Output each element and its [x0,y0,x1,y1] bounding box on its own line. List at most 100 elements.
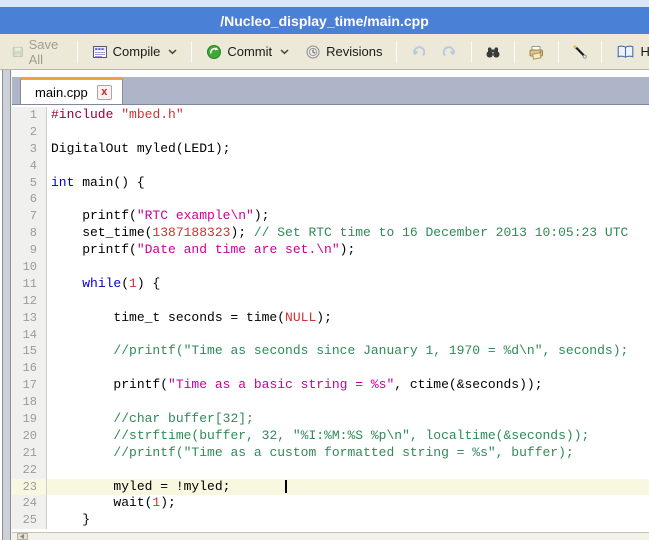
code-line[interactable]: 25 } [12,512,649,529]
redo-button[interactable] [436,41,463,63]
line-number: 9 [12,242,47,259]
line-number: 2 [12,124,47,141]
line-number: 5 [12,175,47,192]
code-line[interactable]: 16 [12,360,649,377]
toolbar-separator [396,41,397,63]
code-text: printf("Date and time are set.\n"); [47,242,355,259]
print-button[interactable] [523,41,550,63]
code-editor[interactable]: 1#include "mbed.h"23DigitalOut myled(LED… [12,105,649,532]
toolbar-separator [514,41,515,63]
code-text [47,158,51,175]
line-number: 14 [12,327,47,344]
tab-gap [12,70,649,77]
code-text [47,124,51,141]
toolbar: Save All Compile Commit Revisions [0,34,649,70]
code-text: //strftime(buffer, 32, "%I:%M:%S %p\n", … [47,428,589,445]
line-number: 11 [12,276,47,293]
file-path-title: /Nucleo_display_time/main.cpp [220,13,429,29]
line-number: 12 [12,293,47,310]
code-line[interactable]: 24 wait(1); [12,495,649,512]
code-line[interactable]: 20 //strftime(buffer, 32, "%I:%M:%S %p\n… [12,428,649,445]
code-line[interactable]: 6 [12,191,649,208]
code-text: while(1) { [47,276,160,293]
compile-icon [92,44,108,60]
printer-icon [528,44,545,60]
revisions-label: Revisions [326,44,382,59]
code-line[interactable]: 12 [12,293,649,310]
code-line[interactable]: 21 //printf("Time as a custom formatted … [12,445,649,462]
mbed-compiler-window: /Nucleo_display_time/main.cpp Save All C… [0,0,649,540]
revisions-button[interactable]: Revisions [299,41,388,63]
code-line[interactable]: 10 [12,259,649,276]
code-text [47,462,51,479]
code-text: printf("Time as a basic string = %s", ct… [47,377,543,394]
line-number: 18 [12,394,47,411]
binoculars-icon [485,44,501,60]
scroll-left-button[interactable] [17,533,28,540]
line-number: 6 [12,191,47,208]
code-line[interactable]: 14 [12,327,649,344]
code-line[interactable]: 15 //printf("Time as seconds since Janua… [12,343,649,360]
chevron-down-icon[interactable] [168,49,177,55]
revisions-clock-icon [305,44,321,60]
line-number: 17 [12,377,47,394]
toolbar-separator [191,41,192,63]
toolbar-separator [558,41,559,63]
code-text [47,293,51,310]
horizontal-scrollbar[interactable] [12,532,649,540]
tab-bar: main.cpp x [12,77,649,105]
code-line[interactable]: 7 printf("RTC example\n"); [12,208,649,225]
code-line[interactable]: 8 set_time(1387188323); // Set RTC time … [12,225,649,242]
chevron-down-icon[interactable] [280,49,289,55]
code-text [47,191,51,208]
code-text: #include "mbed.h" [47,107,184,124]
compile-label: Compile [113,44,161,59]
code-text: } [47,512,90,529]
line-number: 21 [12,445,47,462]
panel-splitter[interactable] [0,70,12,540]
code-line[interactable]: 2 [12,124,649,141]
format-wand-button[interactable] [567,41,593,63]
code-text [47,259,51,276]
code-text: time_t seconds = time(NULL); [47,310,332,327]
tab-close-button[interactable]: x [97,85,112,100]
code-line[interactable]: 13 time_t seconds = time(NULL); [12,310,649,327]
code-text: //printf("Time as a custom formatted str… [47,445,574,462]
scroll-left-arrow-icon [20,534,25,539]
code-text: //char buffer[32]; [47,411,254,428]
code-text: set_time(1387188323); // Set RTC time to… [47,225,628,242]
code-line[interactable]: 17 printf("Time as a basic string = %s",… [12,377,649,394]
code-line[interactable]: 1#include "mbed.h" [12,107,649,124]
line-number: 20 [12,428,47,445]
undo-icon [410,44,427,60]
find-button[interactable] [480,41,506,63]
code-text [47,394,51,411]
code-line[interactable]: 18 [12,394,649,411]
undo-button[interactable] [405,41,432,63]
code-line[interactable]: 3DigitalOut myled(LED1); [12,141,649,158]
code-text: DigitalOut myled(LED1); [47,141,230,158]
commit-button[interactable]: Commit [200,41,295,63]
code-line[interactable]: 9 printf("Date and time are set.\n"); [12,242,649,259]
line-number: 4 [12,158,47,175]
code-text: myled = !myled; [47,479,287,496]
code-line[interactable]: 19 //char buffer[32]; [12,411,649,428]
commit-icon [206,44,222,60]
code-line[interactable]: 5int main() { [12,175,649,192]
compile-button[interactable]: Compile [86,41,184,63]
code-line[interactable]: 23 myled = !myled; [12,479,649,496]
code-line[interactable]: 22 [12,462,649,479]
toolbar-separator [601,41,602,63]
code-text: wait(1); [47,495,176,512]
toolbar-separator [471,41,472,63]
save-all-button[interactable]: Save All [6,34,69,70]
code-line[interactable]: 4 [12,158,649,175]
help-book-icon [616,44,635,60]
line-number: 8 [12,225,47,242]
line-number: 25 [12,512,47,529]
code-line[interactable]: 11 while(1) { [12,276,649,293]
help-button[interactable]: Help [610,41,649,63]
tab-main-cpp[interactable]: main.cpp x [20,77,123,104]
magic-wand-icon [572,44,588,60]
code-text [47,327,51,344]
